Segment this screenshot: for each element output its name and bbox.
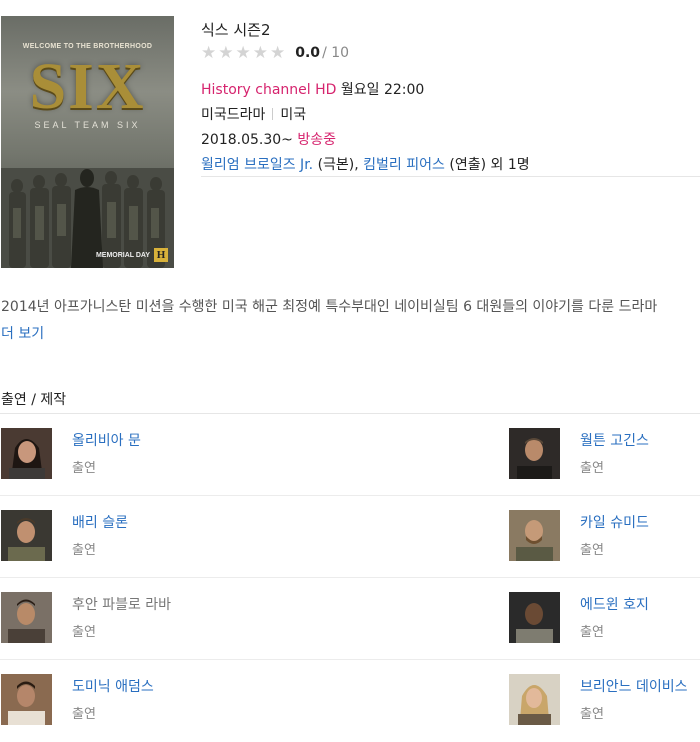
cast-name[interactable]: 브리안느 데이비스 xyxy=(580,676,688,696)
avatar[interactable] xyxy=(1,674,52,725)
poster-footer: MEMORIAL DAY xyxy=(95,251,150,259)
cast-role: 출연 xyxy=(72,543,96,558)
channel-link[interactable]: History channel HD xyxy=(201,82,336,98)
genre: 미국드라마 xyxy=(201,107,266,123)
cast-row: 배리 슬론 출연 카일 슈미드 출연 xyxy=(0,496,700,578)
avatar[interactable] xyxy=(1,592,52,643)
cast-name[interactable]: 도미닉 애덤스 xyxy=(72,676,154,696)
avatar[interactable] xyxy=(1,510,52,561)
credits-extra[interactable]: 외 1명 xyxy=(491,157,530,173)
cast-role: 출연 xyxy=(72,707,96,722)
avatar[interactable] xyxy=(1,428,52,479)
divider xyxy=(201,176,700,177)
credits-info: 윌리엄 브로일즈 Jr. (극본), 킴벌리 피어스 (연출) 외 1명 xyxy=(201,153,700,178)
synopsis: 2014년 아프가니스탄 미션을 수행한 미국 해군 최정예 특수부대인 네이비… xyxy=(1,299,658,315)
cast-name[interactable]: 올리비아 문 xyxy=(72,430,141,450)
cast-row: 도미닉 애덤스 출연 브리안느 데이비스 출연 xyxy=(0,660,700,742)
star-icon[interactable]: ★ xyxy=(218,44,233,62)
star-icon[interactable]: ★ xyxy=(253,44,268,62)
cast-name: 후안 파블로 라바 xyxy=(72,597,172,613)
cast-section-title: 출연 / 제작 xyxy=(1,392,67,408)
director-link[interactable]: 킴벌리 피어스 xyxy=(363,157,445,173)
star-icon[interactable]: ★ xyxy=(201,44,216,62)
schedule: 월요일 22:00 xyxy=(340,82,425,98)
avatar[interactable] xyxy=(509,592,560,643)
more-button[interactable]: 더 보기 xyxy=(1,323,44,343)
poster-title: SIX xyxy=(29,50,146,123)
poster-tagline: WELCOME TO THE BROTHERHOOD xyxy=(22,43,153,50)
cast-role: 출연 xyxy=(580,625,604,640)
show-poster[interactable]: WELCOME TO THE BROTHERHOOD SIX SEAL TEAM… xyxy=(1,16,174,268)
avatar[interactable] xyxy=(509,510,560,561)
writer-link[interactable]: 윌리엄 브로일즈 Jr. xyxy=(201,157,313,173)
star-icon[interactable]: ★ xyxy=(236,44,251,62)
rating-score: 0.0 xyxy=(295,45,321,61)
cast-role: 출연 xyxy=(580,543,604,558)
writer-role: (극본), xyxy=(317,157,359,173)
cast-role: 출연 xyxy=(580,707,604,722)
rating-stars[interactable]: ★ ★ ★ ★ ★ xyxy=(201,44,285,62)
director-role: (연출) xyxy=(449,157,487,173)
avatar[interactable] xyxy=(509,428,560,479)
cast-role: 출연 xyxy=(580,461,604,476)
rating-max: / 10 xyxy=(322,45,350,61)
cast-row: 올리비아 문 출연 월튼 고긴스 출연 xyxy=(0,414,700,496)
cast-role: 출연 xyxy=(72,625,96,640)
cast-name[interactable]: 배리 슬론 xyxy=(72,512,128,532)
avatar[interactable] xyxy=(509,674,560,725)
history-logo-icon: H xyxy=(154,248,168,262)
rating: ★ ★ ★ ★ ★ 0.0 / 10 xyxy=(201,42,700,64)
cast-name[interactable]: 월튼 고긴스 xyxy=(580,430,649,450)
star-icon[interactable]: ★ xyxy=(270,44,285,62)
cast-role: 출연 xyxy=(72,461,96,476)
broadcast-info: History channel HD 월요일 22:00 xyxy=(201,78,700,103)
country: 미국 xyxy=(280,107,307,123)
status-badge: 방송중 xyxy=(297,132,336,148)
cast-row: 후안 파블로 라바 출연 에드윈 호지 출연 xyxy=(0,578,700,660)
genre-info: 미국드라마 미국 xyxy=(201,103,700,128)
poster-subtitle: SEAL TEAM SIX xyxy=(34,120,141,130)
date-info: 2018.05.30~ 방송중 xyxy=(201,128,700,153)
air-date: 2018.05.30~ xyxy=(201,132,293,148)
cast-name[interactable]: 에드윈 호지 xyxy=(580,594,649,614)
show-info: 식스 시즌2 ★ ★ ★ ★ ★ 0.0 / 10 History channe… xyxy=(201,18,700,178)
cast-name[interactable]: 카일 슈미드 xyxy=(580,512,649,532)
show-title: 식스 시즌2 xyxy=(201,21,271,39)
divider xyxy=(272,108,274,120)
